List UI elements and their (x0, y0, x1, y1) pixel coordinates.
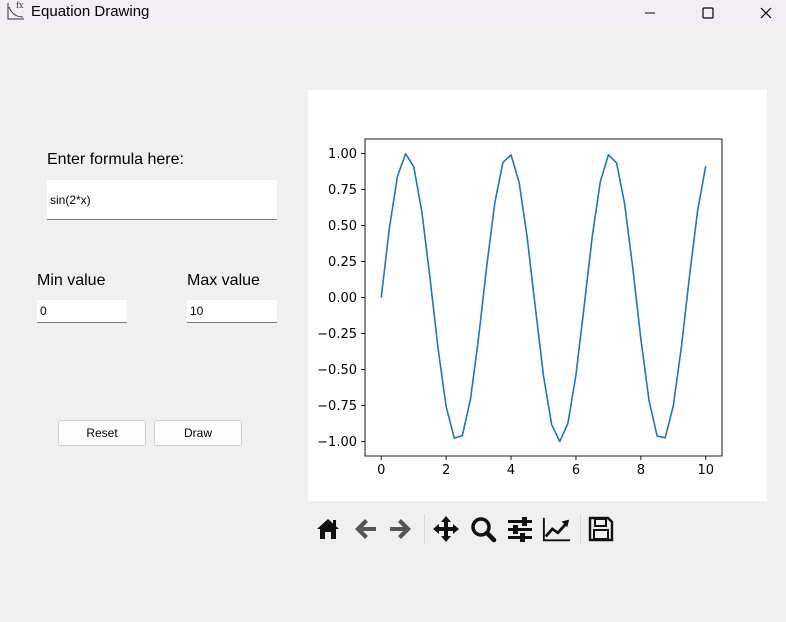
fx-plot-icon: fx (6, 1, 26, 21)
pan-button[interactable] (431, 514, 461, 544)
y-tick-label: 0.25 (328, 255, 357, 270)
save-icon (588, 516, 614, 542)
max-value-input[interactable] (187, 300, 277, 323)
x-tick-label: 4 (507, 463, 515, 478)
series-line (380, 153, 707, 443)
title-bar: fx Equation Drawing (0, 0, 786, 26)
y-tick-label: −0.25 (317, 327, 357, 342)
forward-arrow-icon (390, 519, 411, 539)
minimize-button[interactable] (627, 0, 673, 26)
y-tick-label: −0.50 (317, 363, 357, 378)
edit-axis-icon (542, 517, 571, 542)
formula-input[interactable] (47, 180, 277, 220)
minimize-icon (645, 12, 655, 14)
back-arrow-icon (355, 519, 376, 539)
draw-button[interactable]: Draw (154, 420, 242, 446)
x-tick-label: 8 (637, 463, 645, 478)
x-tick-label: 10 (697, 463, 714, 478)
close-icon (760, 7, 772, 19)
toolbar-separator (424, 514, 425, 544)
maximize-icon (702, 7, 714, 19)
zoom-icon (471, 517, 497, 543)
reset-button[interactable]: Reset (58, 420, 146, 446)
line-chart: 0 2 4 6 8 10 1.00 0.75 0.50 0.25 0.00 −0.25 −0.50 −0.… (317, 138, 723, 478)
save-button[interactable] (586, 514, 616, 544)
plot-canvas[interactable]: 0 2 4 6 8 10 1.00 0.75 0.50 0.25 0.00 −0.25 −0.50 −0.… (308, 90, 767, 501)
back-button[interactable] (350, 514, 380, 544)
max-value-label: Max value (187, 272, 260, 289)
axes-frame (364, 138, 723, 457)
configure-subplots-icon (508, 517, 532, 542)
min-value-label: Min value (37, 272, 106, 289)
y-tick-label: 0.75 (328, 183, 357, 198)
x-tick-label: 0 (377, 463, 385, 478)
svg-text:fx: fx (16, 1, 24, 10)
pan-icon (433, 516, 459, 542)
configure-subplots-button[interactable] (505, 514, 535, 544)
window-title: Equation Drawing (31, 3, 150, 20)
y-tick-label: 1.00 (328, 147, 357, 162)
min-value-input[interactable] (37, 300, 127, 323)
zoom-button[interactable] (468, 514, 498, 544)
y-tick-label: 0.50 (328, 219, 357, 234)
x-tick-label: 2 (442, 463, 450, 478)
edit-axis-button[interactable] (542, 514, 572, 544)
y-tick-label: 0.00 (328, 291, 357, 306)
formula-label: Enter formula here: (47, 151, 184, 168)
home-icon (317, 519, 339, 539)
home-button[interactable] (313, 514, 343, 544)
y-tick-label: −0.75 (317, 399, 357, 414)
close-button[interactable] (743, 0, 786, 26)
forward-button[interactable] (386, 514, 416, 544)
x-tick-label: 6 (572, 463, 580, 478)
maximize-button[interactable] (685, 0, 731, 26)
toolbar-separator (580, 514, 581, 544)
y-tick-label: −1.00 (317, 435, 357, 450)
